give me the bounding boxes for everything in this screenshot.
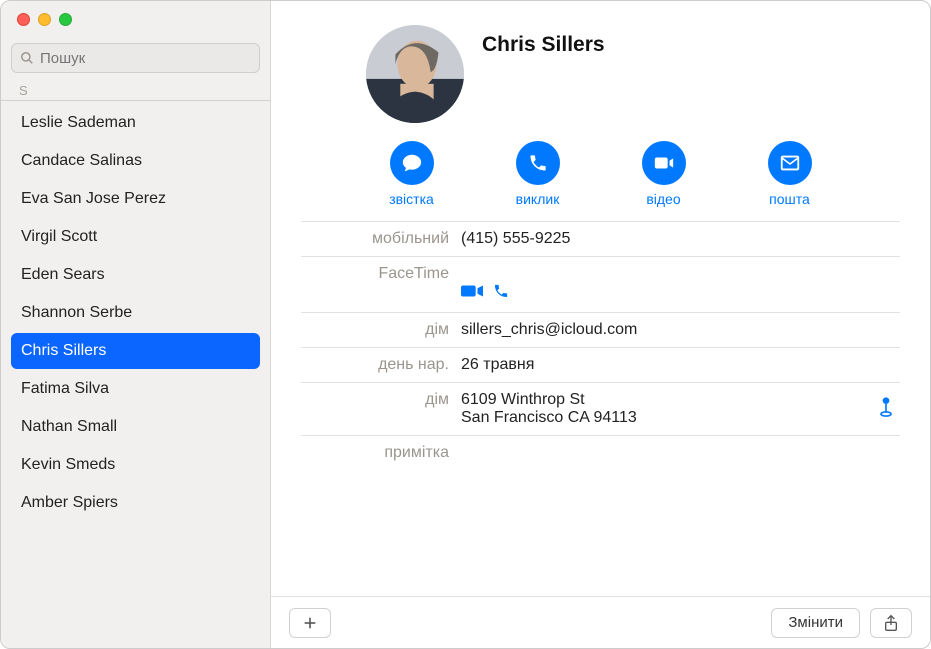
contact-list-item[interactable]: Eden Sears xyxy=(11,257,260,293)
window-controls xyxy=(1,1,270,37)
field-label: FaceTime xyxy=(301,265,461,283)
edit-button[interactable]: Змінити xyxy=(771,608,860,638)
video-button[interactable]: відео xyxy=(629,141,699,207)
field-home-email: дім sillers_chris@icloud.com xyxy=(301,312,900,347)
field-label: примітка xyxy=(301,444,461,462)
mail-button[interactable]: пошта xyxy=(755,141,825,207)
minimize-window-button[interactable] xyxy=(38,13,51,26)
video-icon xyxy=(461,283,483,299)
contact-list-item[interactable]: Leslie Sademan xyxy=(11,105,260,141)
bottom-toolbar: Змінити xyxy=(271,596,930,648)
call-button[interactable]: виклик xyxy=(503,141,573,207)
share-button[interactable] xyxy=(870,608,912,638)
mail-label: пошта xyxy=(769,191,810,207)
contact-list-item[interactable]: Amber Spiers xyxy=(11,485,260,521)
field-label: день нар. xyxy=(301,356,461,374)
email-value[interactable]: sillers_chris@icloud.com xyxy=(461,321,900,339)
field-label: мобільний xyxy=(301,230,461,248)
contact-list-item[interactable]: Virgil Scott xyxy=(11,219,260,255)
phone-icon xyxy=(516,141,560,185)
video-label: відео xyxy=(646,191,680,207)
contact-detail-pane: Chris Sillers звістка виклик xyxy=(271,1,930,648)
contact-list: Leslie SademanCandace SalinasEva San Jos… xyxy=(1,105,270,648)
share-icon xyxy=(883,614,899,632)
message-button[interactable]: звістка xyxy=(377,141,447,207)
search-input[interactable] xyxy=(40,50,251,67)
contact-list-item[interactable]: Candace Salinas xyxy=(11,143,260,179)
avatar xyxy=(366,25,464,123)
mobile-value[interactable]: (415) 555-9225 xyxy=(461,230,900,248)
message-label: звістка xyxy=(389,191,434,207)
map-pin-button[interactable] xyxy=(876,396,896,423)
contact-list-item[interactable]: Shannon Serbe xyxy=(11,295,260,331)
search-icon xyxy=(20,51,34,65)
search-field[interactable] xyxy=(11,43,260,73)
quick-actions: звістка виклик відео xyxy=(301,141,900,207)
message-icon xyxy=(390,141,434,185)
call-label: виклик xyxy=(516,191,560,207)
contact-list-item[interactable]: Eva San Jose Perez xyxy=(11,181,260,217)
field-mobile: мобільний (415) 555-9225 xyxy=(301,221,900,256)
section-header: S xyxy=(1,81,270,101)
facetime-video-button[interactable] xyxy=(461,265,483,304)
field-facetime: FaceTime xyxy=(301,256,900,312)
maximize-window-button[interactable] xyxy=(59,13,72,26)
contacts-window: S Leslie SademanCandace SalinasEva San J… xyxy=(0,0,931,649)
sidebar: S Leslie SademanCandace SalinasEva San J… xyxy=(1,1,271,648)
field-home-address: дім 6109 Winthrop St San Francisco CA 94… xyxy=(301,382,900,435)
field-birthday: день нар. 26 травня xyxy=(301,347,900,382)
contact-list-item[interactable]: Chris Sillers xyxy=(11,333,260,369)
video-icon xyxy=(642,141,686,185)
contact-list-item[interactable]: Nathan Small xyxy=(11,409,260,445)
plus-icon xyxy=(302,615,318,631)
map-pin-icon xyxy=(876,396,896,418)
mail-icon xyxy=(768,141,812,185)
birthday-value: 26 травня xyxy=(461,356,900,374)
phone-icon xyxy=(493,283,509,299)
close-window-button[interactable] xyxy=(17,13,30,26)
field-note: примітка xyxy=(301,435,900,470)
add-button[interactable] xyxy=(289,608,331,638)
field-label: дім xyxy=(301,321,461,339)
contact-list-item[interactable]: Kevin Smeds xyxy=(11,447,260,483)
contact-fields: мобільний (415) 555-9225 FaceTime xyxy=(301,221,900,470)
field-label: дім xyxy=(301,391,461,409)
contact-name: Chris Sillers xyxy=(482,25,605,57)
contact-list-item[interactable]: Fatima Silva xyxy=(11,371,260,407)
facetime-audio-button[interactable] xyxy=(493,265,509,304)
address-value[interactable]: 6109 Winthrop St San Francisco CA 94113 xyxy=(461,391,900,427)
